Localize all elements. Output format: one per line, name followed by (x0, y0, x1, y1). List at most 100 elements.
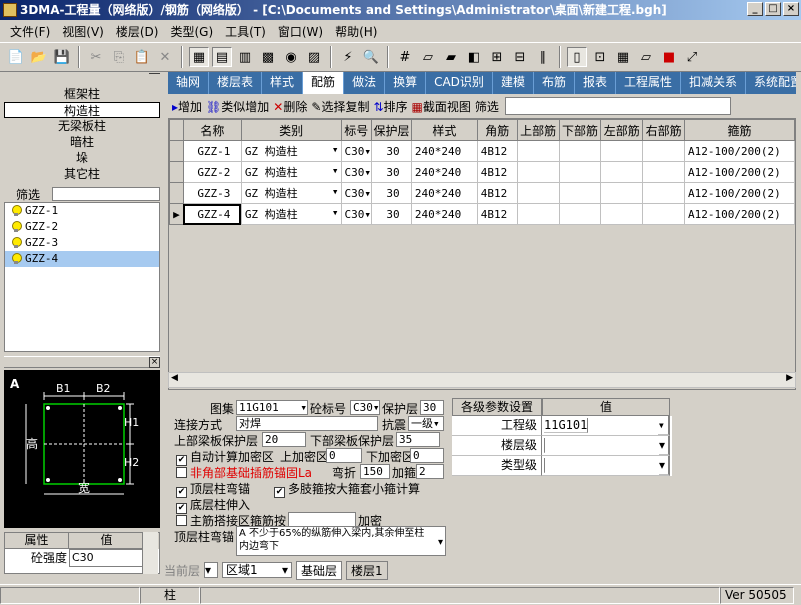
scroll-left-icon[interactable]: ◀ (171, 373, 178, 383)
axis-grid-icon[interactable]: # (395, 47, 415, 67)
list-item[interactable]: GZZ-3 (5, 235, 159, 251)
list-item[interactable]: GZZ-1 (5, 203, 159, 219)
col-header[interactable]: 标号 (340, 119, 373, 141)
dropdown-arrow-icon[interactable]: ▾ (332, 143, 341, 156)
props-scrollbar[interactable] (142, 532, 158, 574)
save-icon[interactable]: 💾 (52, 47, 72, 67)
copy-icon[interactable]: ⎘ (109, 47, 129, 67)
delete-icon[interactable]: ✕ (155, 47, 175, 67)
type-item-pier[interactable]: 垛 (4, 150, 160, 166)
table-row[interactable]: GZZ-1 GZ 构造柱 ▾ C30▾ 30 240*240 4B12 A12-1… (169, 140, 795, 162)
param-row[interactable]: 楼层级 ▾ (452, 436, 672, 456)
bottom-cover-input[interactable]: 35 (396, 432, 440, 447)
col-header[interactable]: 左部筋 (600, 119, 644, 141)
tab-deduction[interactable]: 扣减关系 (681, 72, 747, 94)
grade-select[interactable]: C30▾ (350, 400, 380, 415)
col-header[interactable]: 下部筋 (558, 119, 602, 141)
select-copy-button[interactable]: ✎选择复制 (311, 98, 369, 115)
top-cover-input[interactable]: 20 (262, 432, 306, 447)
cover-input[interactable]: 30 (420, 400, 444, 415)
dense-input[interactable]: 2 (416, 464, 444, 479)
props-row-value[interactable]: C30 (69, 549, 145, 567)
region-icon[interactable]: ▨ (304, 47, 324, 67)
menu-file[interactable]: 文件(F) (4, 23, 56, 40)
table-row[interactable]: GZZ-2 GZ 构造柱 ▾ C30▾ 30 240*240 4B12 A12-1… (169, 161, 795, 183)
tab-report[interactable]: 报表 (575, 72, 616, 94)
list-item-selected[interactable]: GZZ-4 (5, 251, 159, 267)
col-header[interactable]: 右部筋 (642, 119, 685, 141)
tab-floors[interactable]: 楼层表 (209, 72, 263, 94)
link-icon[interactable]: ⤢ (682, 47, 702, 67)
slab-icon[interactable]: ◧ (464, 47, 484, 67)
column-icon[interactable]: ▯ (567, 47, 587, 67)
type-item-frame-column[interactable]: 框架柱 (4, 86, 160, 102)
tab-project-props[interactable]: 工程属性 (616, 72, 681, 94)
chart-icon[interactable]: ▥ (235, 47, 255, 67)
type-item-hidden-column[interactable]: 暗柱 (4, 134, 160, 150)
anchor-check[interactable]: 非角部基础插筋锚固La (176, 464, 312, 481)
minimize-button[interactable]: _ (747, 2, 763, 16)
type-item-flatslab-column[interactable]: 无梁板柱 (4, 118, 160, 134)
type-item-construction-column[interactable]: 构造柱 (4, 102, 160, 118)
scroll-right-icon[interactable]: ▶ (786, 373, 793, 383)
paste-icon[interactable]: 📋 (132, 47, 152, 67)
rebar-icon[interactable]: ∥ (533, 47, 553, 67)
similar-add-button[interactable]: ⛓类似增加 (206, 98, 269, 115)
main-lap-input[interactable] (288, 512, 356, 527)
menu-floor[interactable]: 楼层(D) (110, 23, 165, 40)
region-select[interactable]: 区域1 ▾ (222, 562, 293, 578)
red-block-icon[interactable]: ■ (659, 47, 679, 67)
section-view-button[interactable]: ▦截面视图 (412, 98, 471, 115)
sort-button[interactable]: ⇅排序 (373, 98, 407, 115)
menu-view[interactable]: 视图(V) (56, 23, 110, 40)
new-file-icon[interactable]: 📄 (6, 47, 26, 67)
dropdown-arrow-icon[interactable]: ▾ (332, 164, 341, 177)
param-row[interactable]: 类型级 ▾ (452, 456, 672, 476)
filter-input[interactable] (52, 187, 160, 201)
opening-icon[interactable]: ⊡ (590, 47, 610, 67)
beam-icon[interactable]: ▰ (441, 47, 461, 67)
maximize-button[interactable]: □ (765, 2, 781, 16)
tab-system-config[interactable]: 系统配置 (746, 72, 796, 94)
floor-tab-1[interactable]: 楼层1 (346, 560, 388, 580)
search-icon[interactable]: 🔍 (361, 47, 381, 67)
grid-view-icon[interactable]: ▦ (189, 47, 209, 67)
dropdown-arrow-icon[interactable]: ▾ (332, 206, 341, 219)
preview-panel-close[interactable]: × (149, 357, 160, 368)
tab-method[interactable]: 做法 (344, 72, 386, 94)
col-header[interactable]: 上部筋 (516, 119, 560, 141)
plate-icon[interactable]: ▱ (636, 47, 656, 67)
floor-dropdown[interactable]: ▾ (204, 562, 219, 578)
col-header[interactable]: 箍筋 (683, 119, 795, 141)
tab-cad[interactable]: CAD识别 (426, 72, 493, 94)
col-header[interactable]: 保护层 (371, 119, 412, 141)
top-bend-select[interactable]: A 不少于65%的纵筋伸入梁内,其余伸至柱内边弯下 ▾ (236, 526, 446, 556)
bottom-dense-input[interactable]: 0 (410, 448, 444, 463)
table-view-icon[interactable]: ▤ (212, 47, 232, 67)
stair-icon[interactable]: ⊞ (487, 47, 507, 67)
close-button[interactable]: × (783, 2, 799, 16)
seismic-select[interactable]: 一级▾ (408, 416, 444, 431)
tab-place-rebar[interactable]: 布筋 (534, 72, 575, 94)
eye-icon[interactable]: ◉ (281, 47, 301, 67)
table-row[interactable]: GZZ-3 GZ 构造柱 ▾ C30▾ 30 240*240 4B12 A12-1… (169, 182, 795, 204)
open-folder-icon[interactable]: 📂 (29, 47, 49, 67)
floor-tab-base[interactable]: 基础层 (296, 560, 343, 580)
filter-input-main[interactable] (504, 97, 731, 115)
pile-icon[interactable]: ⊟ (510, 47, 530, 67)
list-item[interactable]: GZZ-2 (5, 219, 159, 235)
brick-icon[interactable]: ▦ (613, 47, 633, 67)
atlas-select[interactable]: 11G101 ▾ (236, 400, 308, 415)
wall-icon[interactable]: ▱ (418, 47, 438, 67)
layer-icon[interactable]: ▩ (258, 47, 278, 67)
type-item-other-column[interactable]: 其它柱 (4, 166, 160, 182)
col-header[interactable]: 角筋 (476, 119, 518, 141)
wand-icon[interactable]: ⚡ (338, 47, 358, 67)
dropdown-arrow-icon[interactable]: ▾ (332, 185, 341, 198)
tab-rebar-config[interactable]: 配筋 (303, 72, 345, 94)
tab-convert[interactable]: 换算 (385, 72, 427, 94)
tab-style[interactable]: 样式 (262, 72, 304, 94)
menu-tools[interactable]: 工具(T) (219, 23, 272, 40)
top-dense-input[interactable]: 0 (326, 448, 362, 463)
col-header[interactable]: 类别 (240, 119, 342, 141)
